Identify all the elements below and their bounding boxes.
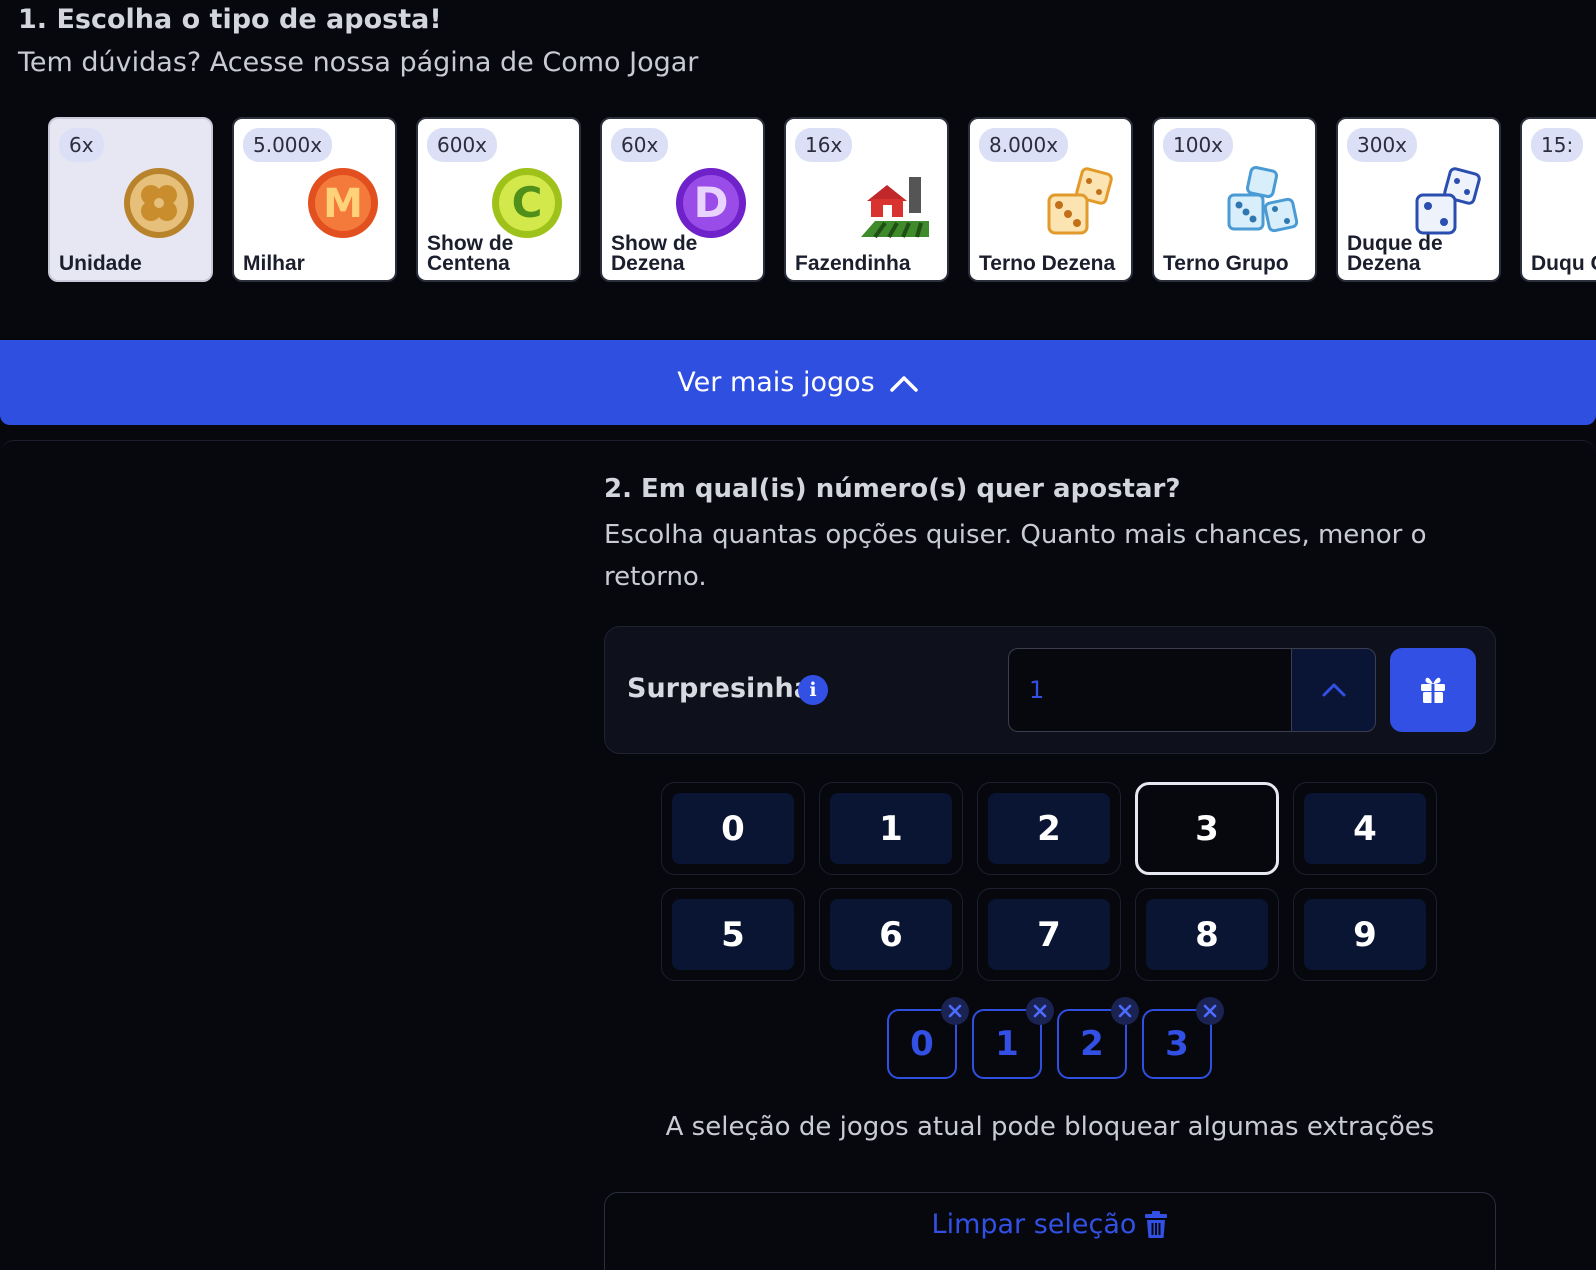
trash-icon xyxy=(1145,1211,1168,1238)
selected-number-chip: 0 xyxy=(887,997,969,1079)
chip-label: 3 xyxy=(1165,1024,1189,1064)
multiplier-badge: 600x xyxy=(427,128,498,162)
bet-card-milhar[interactable]: 5.000x M Milhar xyxy=(232,117,397,282)
number-key-label: 5 xyxy=(672,899,794,970)
number-key-label: 3 xyxy=(1146,793,1268,864)
section1-title: 1. Escolha o tipo de aposta! xyxy=(18,4,442,35)
multiplier-badge: 6x xyxy=(59,128,104,162)
number-key-7[interactable]: 7 xyxy=(977,888,1121,981)
number-key-label: 4 xyxy=(1304,793,1426,864)
selected-numbers: 0 1 2 3 xyxy=(887,997,1224,1079)
bet-card-label: Milhar xyxy=(243,252,305,275)
number-key-label: 1 xyxy=(830,793,952,864)
number-key-9[interactable]: 9 xyxy=(1293,888,1437,981)
surpresinha-box: Surpresinha i xyxy=(604,626,1496,754)
selected-number-chip: 1 xyxy=(972,997,1054,1079)
section1-subtitle[interactable]: Tem dúvidas? Acesse nossa página de Como… xyxy=(18,47,698,78)
number-key-4[interactable]: 4 xyxy=(1293,782,1437,875)
bet-card-label: Fazendinha xyxy=(795,252,911,275)
page: 1. Escolha o tipo de aposta! Tem dúvidas… xyxy=(0,0,1596,1270)
bet-card-fazendinha[interactable]: 16x Fazendinha xyxy=(784,117,949,282)
bet-card-label: Show de Dezena xyxy=(611,232,698,275)
number-key-label: 0 xyxy=(672,793,794,864)
bet-card-label: Unidade xyxy=(59,252,142,275)
dice-navy-icon xyxy=(1415,167,1481,235)
multiplier-badge: 15: xyxy=(1531,128,1584,162)
clear-selection-button[interactable]: Limpar seleção xyxy=(604,1192,1496,1270)
chevron-up-icon xyxy=(1322,683,1345,697)
bet-card-terno-grupo[interactable]: 100x Terno Grupo xyxy=(1152,117,1317,282)
multiplier-badge: 60x xyxy=(611,128,669,162)
surpresinha-quantity-input[interactable] xyxy=(1008,648,1292,732)
number-key-6[interactable]: 6 xyxy=(819,888,963,981)
info-icon[interactable]: i xyxy=(798,675,828,705)
remove-icon[interactable] xyxy=(1026,997,1054,1025)
bet-card-duque-de-grupo[interactable]: 15: Duqu Grup xyxy=(1520,117,1596,282)
number-key-label: 8 xyxy=(1146,899,1268,970)
clear-selection-label: Limpar seleção xyxy=(931,1209,1137,1240)
bet-type-list: 6x Unidade 5.000x M Milhar 600x C Show d… xyxy=(48,117,1596,282)
multiplier-badge: 5.000x xyxy=(243,128,333,162)
dice-blue-icon xyxy=(1227,166,1299,233)
surpresinha-gift-button[interactable] xyxy=(1390,648,1476,732)
bet-card-unidade[interactable]: 6x Unidade xyxy=(48,117,213,282)
svg-text:D: D xyxy=(694,178,729,227)
remove-icon[interactable] xyxy=(941,997,969,1025)
number-key-label: 6 xyxy=(830,899,952,970)
bet-card-label: Duque de Dezena xyxy=(1347,232,1443,275)
number-key-2[interactable]: 2 xyxy=(977,782,1121,875)
quantity-increment-button[interactable] xyxy=(1291,648,1376,732)
bet-card-show-de-dezena[interactable]: 60x D Show de Dezena xyxy=(600,117,765,282)
dice-orange-icon xyxy=(1047,167,1113,235)
svg-text:C: C xyxy=(512,178,543,227)
chip-label: 1 xyxy=(995,1024,1019,1064)
number-key-label: 9 xyxy=(1304,899,1426,970)
bet-card-label: Show de Centena xyxy=(427,232,514,275)
bet-card-label: Terno Dezena xyxy=(979,252,1116,275)
bet-card-label: Terno Grupo xyxy=(1163,252,1289,275)
bet-card-terno-dezena[interactable]: 8.000x Terno Dezena xyxy=(968,117,1133,282)
ver-mais-label: Ver mais jogos xyxy=(677,367,875,398)
multiplier-badge: 300x xyxy=(1347,128,1418,162)
multiplier-badge: 100x xyxy=(1163,128,1234,162)
chip-label: 2 xyxy=(1080,1024,1104,1064)
letter-d-icon: D xyxy=(676,168,746,238)
remove-icon[interactable] xyxy=(1196,997,1224,1025)
clover-coin-icon xyxy=(124,168,194,238)
gift-icon xyxy=(1421,677,1445,703)
svg-text:M: M xyxy=(323,181,363,227)
number-key-5[interactable]: 5 xyxy=(661,888,805,981)
extraction-warning: A seleção de jogos atual pode bloquear a… xyxy=(665,1112,1435,1142)
chevron-up-icon xyxy=(889,375,918,392)
bet-card-show-de-centena[interactable]: 600x C Show de Centena xyxy=(416,117,581,282)
number-key-label: 7 xyxy=(988,899,1110,970)
bet-card-duque-de-dezena[interactable]: 300x Duque de Dezena xyxy=(1336,117,1501,282)
ver-mais-jogos-button[interactable]: Ver mais jogos xyxy=(0,340,1596,425)
number-key-label: 2 xyxy=(988,793,1110,864)
farm-icon xyxy=(861,177,929,239)
multiplier-badge: 16x xyxy=(795,128,853,162)
letter-m-icon: M xyxy=(308,168,378,238)
selected-number-chip: 2 xyxy=(1057,997,1139,1079)
number-key-8[interactable]: 8 xyxy=(1135,888,1279,981)
chip-label: 0 xyxy=(910,1024,934,1064)
letter-c-icon: C xyxy=(492,168,562,238)
number-key-1[interactable]: 1 xyxy=(819,782,963,875)
bet-card-label: Duqu Grup xyxy=(1531,252,1596,275)
selected-number-chip: 3 xyxy=(1142,997,1224,1079)
section2-subtitle: Escolha quantas opções quiser. Quanto ma… xyxy=(604,520,1427,592)
number-key-3[interactable]: 3 xyxy=(1135,782,1279,875)
section2-title: 2. Em qual(is) número(s) quer apostar? xyxy=(604,474,1181,504)
number-key-0[interactable]: 0 xyxy=(661,782,805,875)
remove-icon[interactable] xyxy=(1111,997,1139,1025)
multiplier-badge: 8.000x xyxy=(979,128,1069,162)
number-pad: 0 1 2 3 4 5 6 7 8 9 xyxy=(661,782,1437,981)
surpresinha-label: Surpresinha xyxy=(627,673,812,704)
